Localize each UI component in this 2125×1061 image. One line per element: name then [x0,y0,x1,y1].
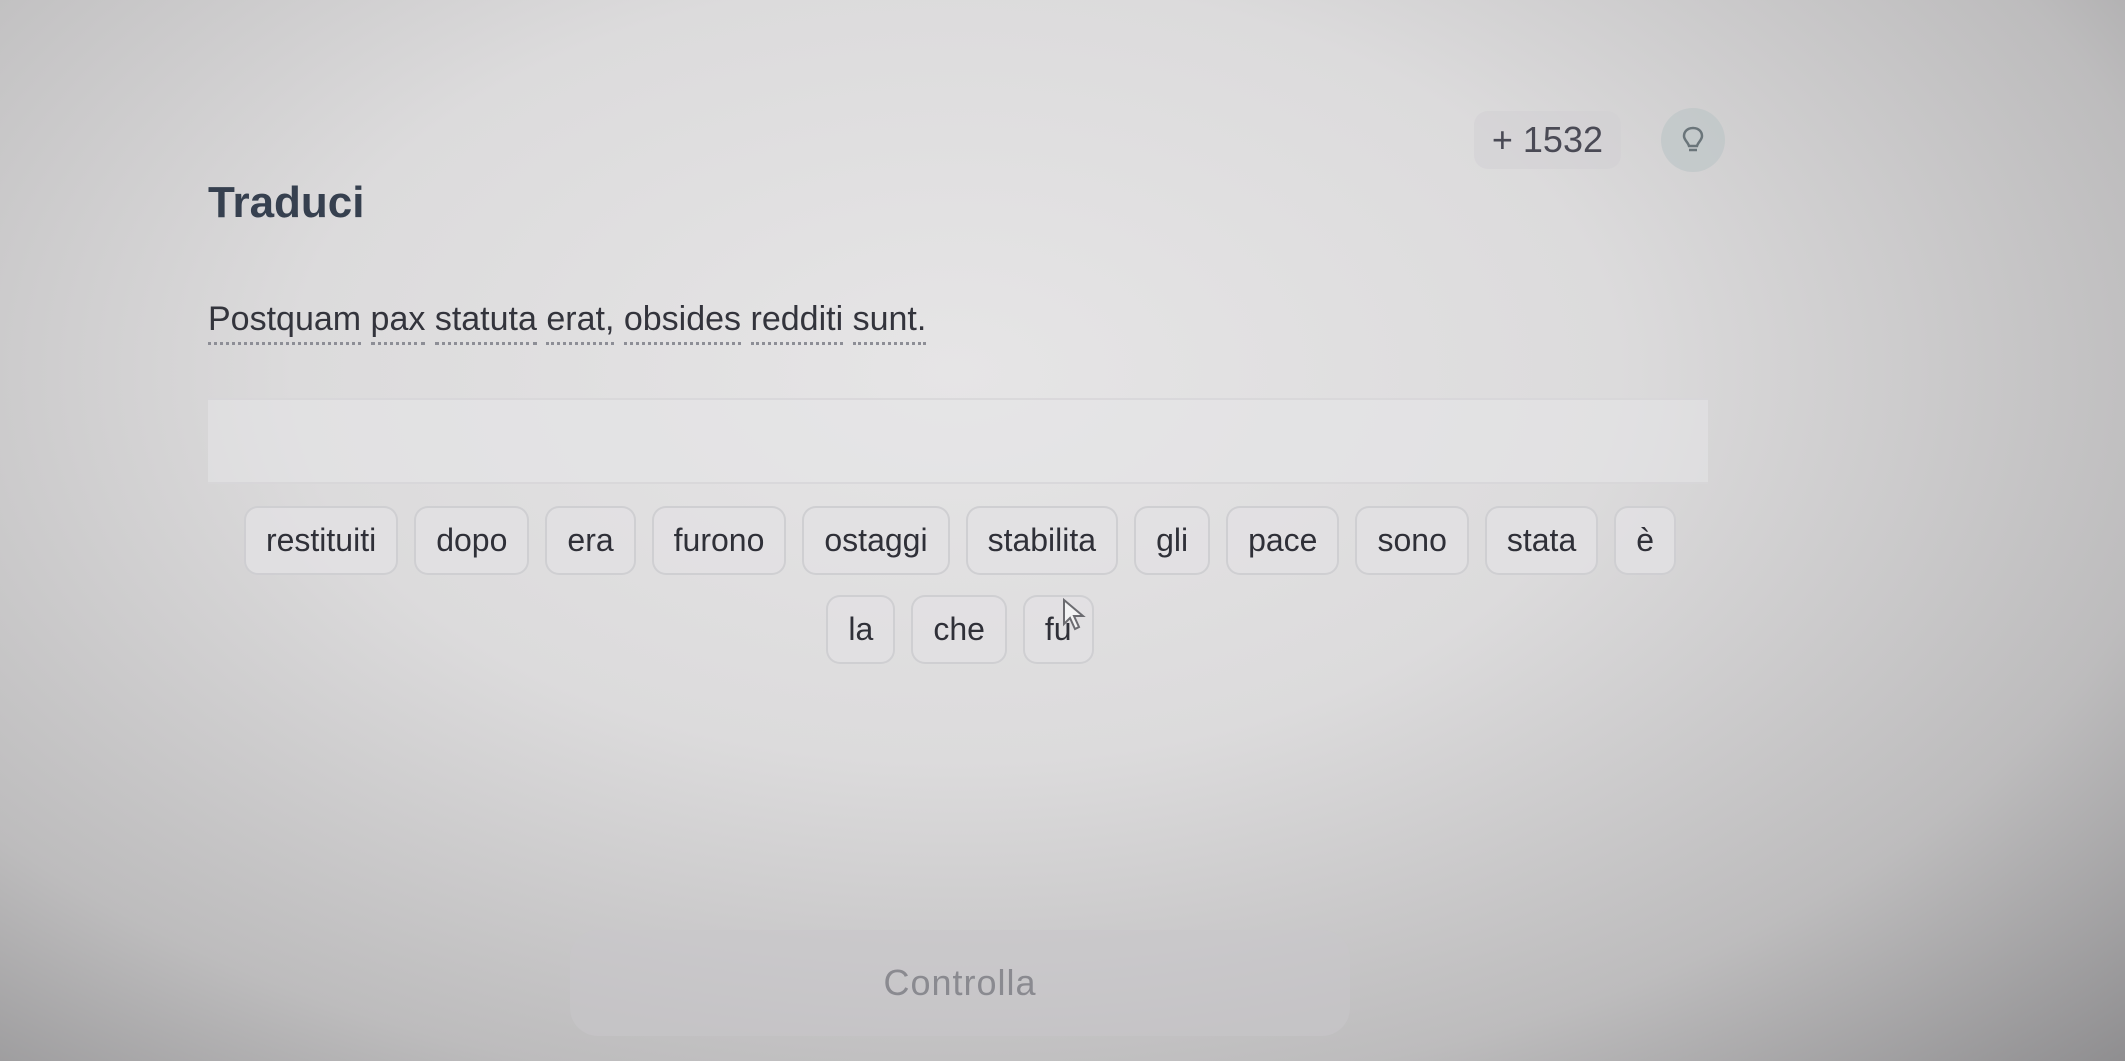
word-chip[interactable]: dopo [414,506,530,575]
source-word[interactable]: pax [370,300,426,345]
source-word[interactable]: statuta [434,300,537,345]
source-sentence: Postquam pax statuta erat, obsides reddi… [208,300,927,345]
word-chip[interactable]: era [545,506,636,575]
source-word[interactable]: redditi [750,300,844,345]
source-word[interactable]: obsides [623,300,742,345]
word-chip[interactable]: sono [1355,506,1469,575]
answer-area[interactable] [208,398,1708,484]
source-word[interactable]: erat, [546,300,615,345]
page-title: Traduci [208,178,365,227]
word-chip[interactable]: furono [651,506,787,575]
word-chip[interactable]: stata [1484,506,1599,575]
mouse-pointer-icon [1063,598,1086,631]
word-chip[interactable]: gli [1134,506,1211,575]
xp-value: + 1532 [1491,119,1603,160]
check-button[interactable]: Controlla [570,930,1350,1036]
word-chip[interactable]: che [911,595,1007,664]
word-chip[interactable]: pace [1226,506,1340,575]
hint-button[interactable] [1661,108,1725,172]
word-chip[interactable]: è [1614,506,1677,575]
source-word[interactable]: sunt. [852,300,927,345]
word-bank: restituiti dopo era furono ostaggi stabi… [210,506,1710,664]
lightbulb-icon [1682,126,1704,152]
xp-badge: + 1532 [1473,111,1621,169]
top-bar: + 1532 [1473,108,1725,172]
word-chip[interactable]: la [826,595,896,664]
word-chip[interactable]: restituiti [243,506,399,575]
word-chip[interactable]: ostaggi [802,506,950,575]
source-word[interactable]: Postquam [208,300,362,345]
word-chip[interactable]: stabilita [965,506,1119,575]
